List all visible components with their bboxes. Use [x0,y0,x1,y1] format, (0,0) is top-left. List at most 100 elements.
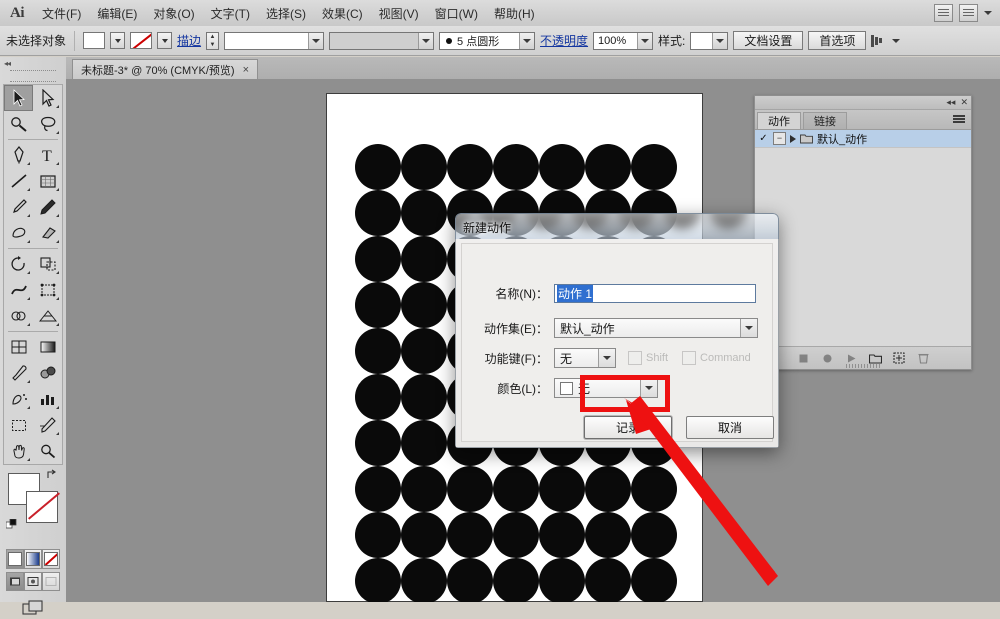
chevron-down-icon[interactable] [984,11,992,15]
swap-fill-stroke-icon[interactable] [46,469,58,481]
chevron-down-icon[interactable] [598,349,615,367]
chevron-down-icon[interactable] [712,33,727,49]
cancel-button[interactable]: 取消 [686,416,774,439]
column-graph-tool[interactable] [33,386,62,412]
stroke-options-link[interactable]: 描边 [177,32,201,49]
preferences-button[interactable]: 首选项 [808,31,866,50]
gradient-tool[interactable] [33,334,62,360]
toolbox-collapse-icon[interactable]: ◂◂ [0,57,66,70]
blob-brush-tool[interactable] [4,220,33,246]
artboard-tool[interactable] [4,412,33,438]
menu-type[interactable]: 文字(T) [203,1,258,26]
close-icon[interactable]: × [243,64,249,76]
opacity-link[interactable]: 不透明度 [540,32,588,49]
create-new-set-icon[interactable] [869,352,882,365]
action-set-select[interactable]: 默认_动作 [554,318,758,338]
action-enabled-check[interactable]: ✓ [758,133,769,144]
tab-actions[interactable]: 动作 [757,112,801,129]
free-transform-tool[interactable] [33,277,62,303]
menu-window[interactable]: 窗口(W) [427,1,486,26]
chevron-down-icon[interactable] [418,33,433,49]
bridge-icon[interactable] [934,4,953,22]
magic-wand-tool[interactable] [4,111,33,137]
eraser-tool[interactable] [33,220,62,246]
toolbox-grip[interactable] [10,70,56,82]
actions-list[interactable]: ✓ − 默认_动作 [755,130,971,347]
menu-object[interactable]: 对象(O) [145,1,202,26]
menu-select[interactable]: 选择(S) [258,1,314,26]
full-screen-mode-button[interactable] [42,572,60,591]
hand-tool[interactable] [4,438,33,464]
close-icon[interactable]: ✕ [960,97,968,108]
menu-edit[interactable]: 编辑(E) [89,1,145,26]
fill-dropdown-button[interactable] [110,32,125,49]
none-mode-button[interactable] [42,549,60,569]
create-new-action-icon[interactable] [893,352,906,365]
collapse-icon[interactable]: ◂◂ [946,97,955,108]
shape-builder-tool[interactable] [4,303,33,329]
action-dialog-toggle[interactable]: − [773,132,786,145]
menu-file[interactable]: 文件(F) [34,1,89,26]
menu-effect[interactable]: 效果(C) [314,1,371,26]
line-segment-tool[interactable] [4,168,33,194]
menu-help[interactable]: 帮助(H) [486,1,543,26]
stroke-weight-stepper[interactable]: ▲▼ [206,32,219,50]
delete-selection-icon[interactable] [917,352,930,365]
document-setup-button[interactable]: 文档设置 [733,31,803,50]
lasso-tool[interactable] [33,111,62,137]
chevron-down-icon[interactable] [637,33,652,49]
full-screen-menubar-mode-button[interactable] [24,572,42,591]
brush-definition-select[interactable]: 5 点圆形 [439,32,535,50]
zoom-tool[interactable] [33,438,62,464]
list-item[interactable]: ✓ − 默认_动作 [755,130,971,148]
disclosure-triangle-icon[interactable] [790,135,796,143]
begin-recording-icon[interactable] [821,352,834,365]
stroke-color-box[interactable] [26,491,58,523]
rotate-tool[interactable] [4,251,33,277]
slice-tool[interactable] [33,412,62,438]
change-screen-mode-icon[interactable] [20,599,46,619]
width-tool[interactable] [4,277,33,303]
chevron-down-icon[interactable] [308,33,323,49]
chevron-down-icon[interactable] [740,319,757,337]
mesh-tool[interactable] [4,334,33,360]
function-key-select[interactable]: 无 [554,348,616,368]
chevron-down-icon[interactable] [892,39,900,43]
panel-resize-grip[interactable] [846,364,880,368]
symbol-sprayer-tool[interactable] [4,386,33,412]
panel-menu-icon[interactable] [953,113,967,125]
stroke-swatch[interactable] [130,32,152,49]
color-swatch-mode-button[interactable] [6,549,24,569]
graphic-style-select[interactable] [690,32,728,50]
blend-tool[interactable] [33,360,62,386]
paintbrush-tool[interactable] [4,194,33,220]
normal-screen-mode-button[interactable] [6,572,24,591]
opacity-input[interactable]: 100% [593,32,653,50]
fill-swatch[interactable] [83,32,105,49]
pencil-tool[interactable] [33,194,62,220]
scale-tool[interactable] [33,251,62,277]
stop-playing-icon[interactable] [797,352,810,365]
eyedropper-tool[interactable] [4,360,33,386]
perspective-grid-tool[interactable] [33,303,62,329]
align-icon[interactable] [871,34,887,48]
play-selection-icon[interactable] [845,352,858,365]
tab-links[interactable]: 链接 [803,112,847,129]
default-fill-stroke-icon[interactable] [6,519,18,531]
stroke-weight-input[interactable] [224,32,324,50]
direct-selection-tool[interactable] [33,85,62,111]
chevron-down-icon[interactable] [519,33,534,49]
record-button[interactable]: 记录 [584,416,672,439]
rectangle-tool[interactable] [33,168,62,194]
stroke-profile-select[interactable] [329,32,434,50]
selection-tool[interactable] [4,85,33,111]
document-tab[interactable]: 未标题-3* @ 70% (CMYK/预览) × [72,59,258,79]
type-tool[interactable]: T [33,142,62,168]
dialog-title-bar[interactable]: 新建动作 [455,213,779,239]
pen-tool[interactable] [4,142,33,168]
menu-view[interactable]: 视图(V) [371,1,427,26]
arrange-documents-icon[interactable] [959,4,978,22]
stroke-dropdown-button[interactable] [157,32,172,49]
name-input[interactable]: 动作 1 [554,284,756,303]
gradient-mode-button[interactable] [24,549,42,569]
